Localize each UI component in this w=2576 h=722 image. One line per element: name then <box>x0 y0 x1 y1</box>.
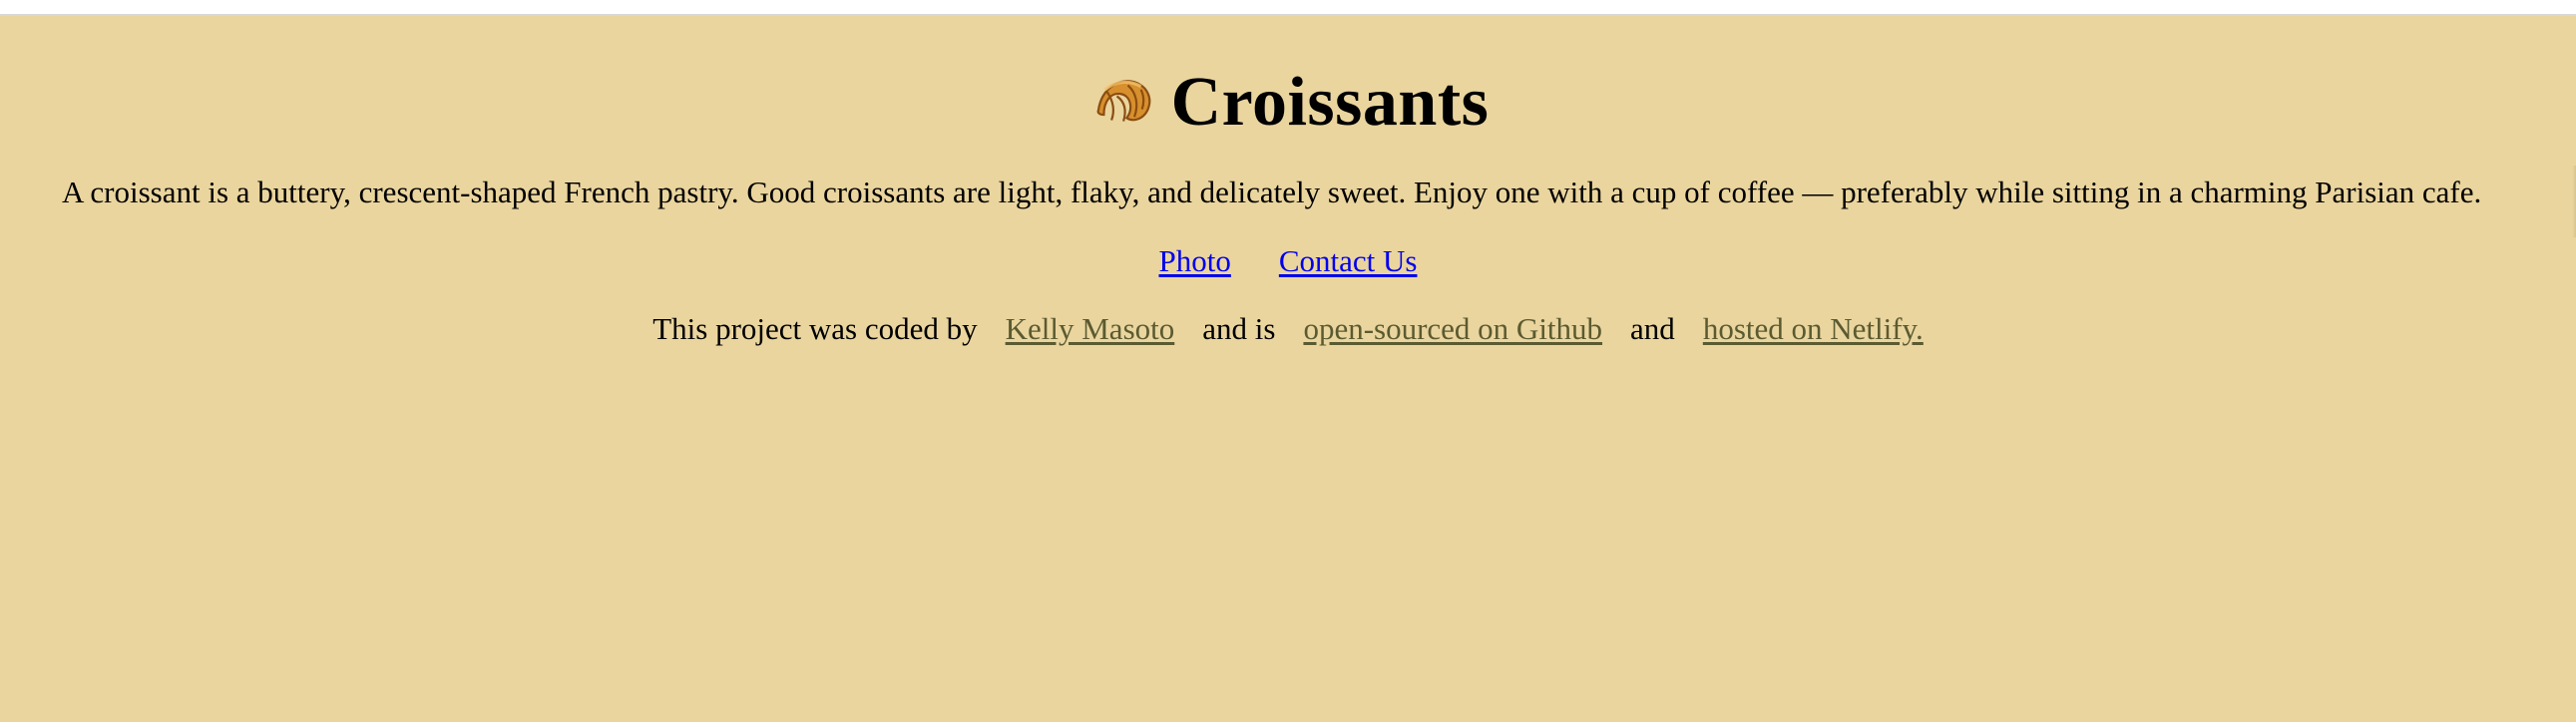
project-credits: This project was coded by Kelly Masoto a… <box>0 310 2576 347</box>
netlify-link[interactable]: hosted on Netlify. <box>1703 310 1924 347</box>
title-row: Croissants <box>0 60 2576 146</box>
contact-us-link[interactable]: Contact Us <box>1279 242 1418 279</box>
croissant-icon <box>1087 68 1157 138</box>
page-title: Croissants <box>1170 64 1490 141</box>
browser-top-strip <box>0 0 2576 16</box>
photo-link[interactable]: Photo <box>1159 242 1231 279</box>
page-links: Photo Contact Us <box>0 242 2576 279</box>
github-link[interactable]: open-sourced on Github <box>1303 310 1602 347</box>
page-edge-shadow <box>2572 166 2576 237</box>
credits-middle-text-1: and is <box>1202 311 1276 347</box>
croissant-description: A croissant is a buttery, crescent-shape… <box>62 175 2482 209</box>
credits-prefix: This project was coded by <box>652 311 978 347</box>
page-content: Croissants A croissant is a buttery, cre… <box>0 16 2576 722</box>
author-link[interactable]: Kelly Masoto <box>1006 310 1175 347</box>
credits-middle-text-2: and <box>1630 311 1675 347</box>
